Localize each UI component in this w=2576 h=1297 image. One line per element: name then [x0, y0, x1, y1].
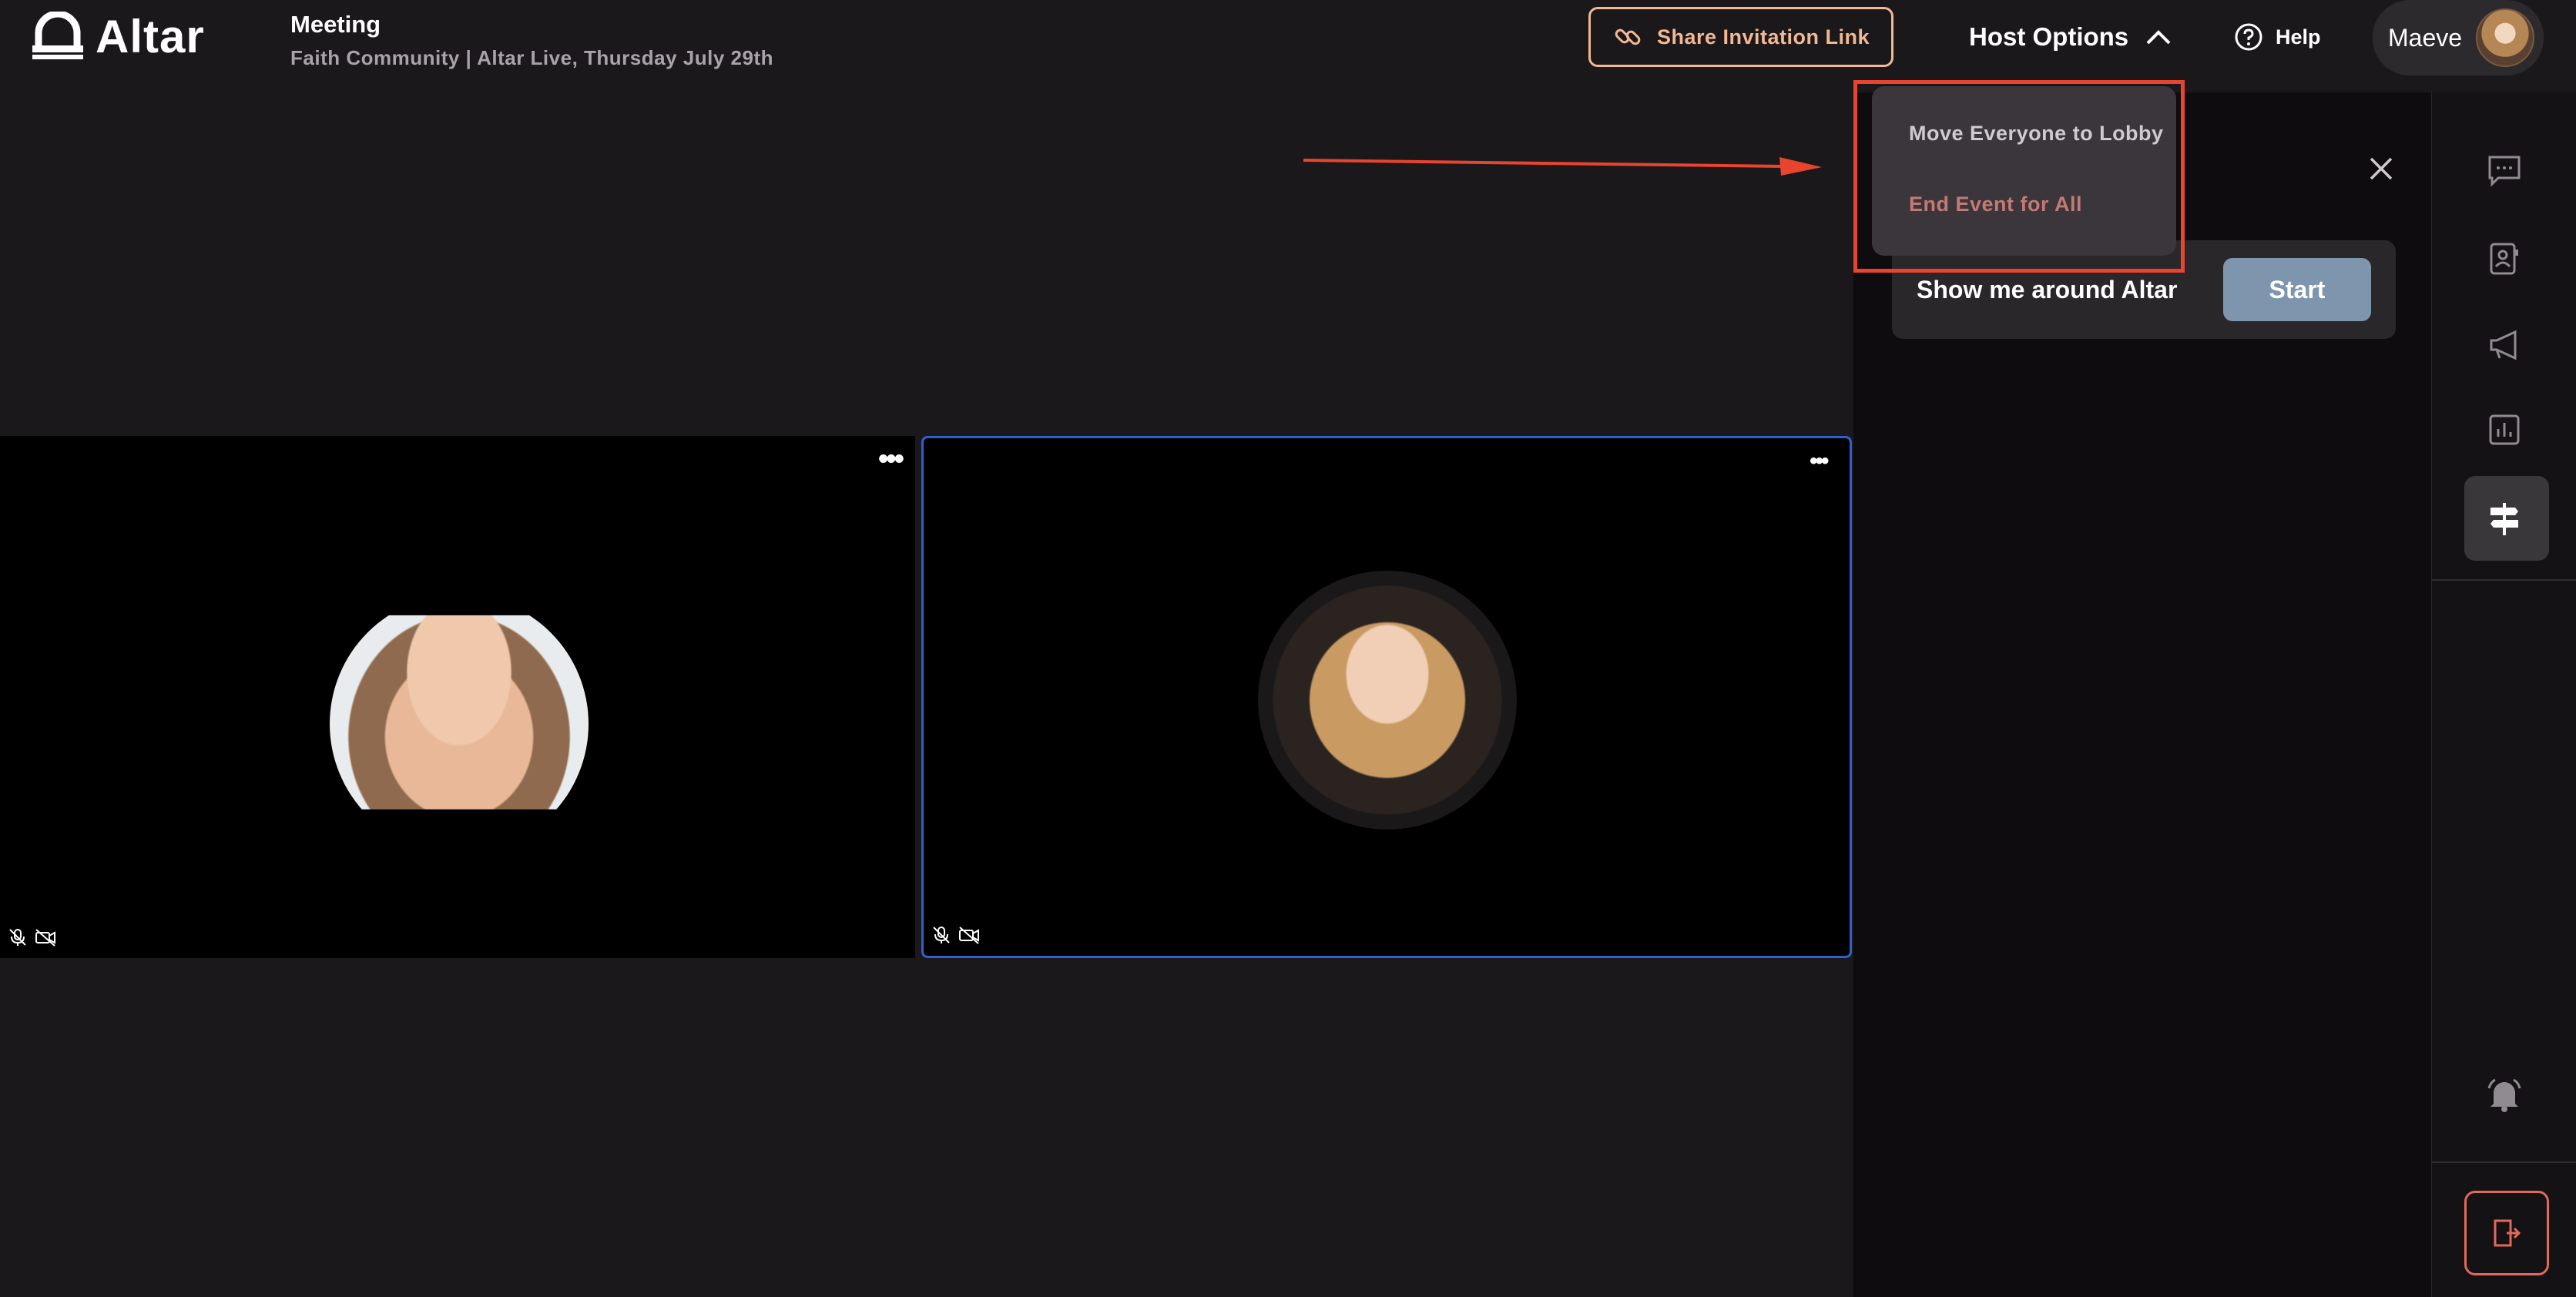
- participant-avatar: [330, 615, 589, 809]
- help-button[interactable]: Help: [2234, 17, 2321, 57]
- camera-off-icon: [35, 929, 55, 947]
- user-name: Maeve: [2388, 23, 2463, 52]
- contact-card-icon[interactable]: [2480, 234, 2529, 283]
- tile-status-icons: [931, 925, 981, 945]
- megaphone-icon[interactable]: [2480, 320, 2529, 370]
- user-menu[interactable]: Maeve: [2373, 0, 2544, 75]
- close-icon: [2370, 157, 2393, 180]
- share-invitation-label: Share Invitation Link: [1656, 25, 1870, 49]
- rail-divider: [2432, 1161, 2576, 1163]
- video-tile-active[interactable]: •••: [921, 436, 1852, 958]
- tile-status-icons: [8, 927, 57, 947]
- avatar: [2476, 8, 2534, 67]
- close-panel-button[interactable]: [2362, 149, 2400, 188]
- rail-divider: [2432, 579, 2576, 581]
- chevron-up-icon: [2146, 30, 2171, 45]
- video-tile[interactable]: •••: [0, 436, 915, 958]
- question-circle-icon: [2235, 23, 2262, 51]
- participant-avatar: [1258, 571, 1517, 829]
- more-options-icon[interactable]: •••: [1810, 450, 1829, 473]
- start-tour-button[interactable]: Start: [2223, 258, 2371, 321]
- host-options-label: Host Options: [1969, 22, 2129, 51]
- share-invitation-button[interactable]: Share Invitation Link: [1588, 7, 1893, 67]
- brand-name: Altar: [96, 10, 205, 62]
- meeting-subtitle: Faith Community | Altar Live, Thursday J…: [290, 46, 773, 69]
- annotation-arrow: [1303, 157, 1822, 176]
- link-icon: [1615, 28, 1641, 45]
- exit-button[interactable]: [2464, 1191, 2549, 1275]
- right-sidebar: [2431, 92, 2576, 1297]
- bell-icon[interactable]: [2480, 1071, 2529, 1120]
- meeting-title: Meeting: [290, 11, 381, 38]
- mic-off-icon: [9, 929, 26, 946]
- more-options-icon[interactable]: •••: [878, 444, 904, 474]
- tour-label: Show me around Altar: [1917, 275, 2178, 303]
- brand-logo[interactable]: Altar: [31, 9, 205, 63]
- signpost-icon[interactable]: [2480, 494, 2529, 544]
- altar-logo-icon: [32, 12, 83, 59]
- help-label: Help: [2276, 25, 2321, 49]
- side-panel: Show me around Altar Start: [1853, 92, 2431, 1297]
- camera-off-icon: [959, 927, 979, 944]
- mic-off-icon: [933, 927, 950, 943]
- exit-icon: [2494, 1219, 2521, 1247]
- poll-chart-icon[interactable]: [2480, 405, 2529, 454]
- annotation-highlight-box: [1853, 80, 2185, 273]
- chat-icon[interactable]: [2480, 146, 2529, 196]
- host-options-toggle[interactable]: Host Options: [1969, 17, 2172, 57]
